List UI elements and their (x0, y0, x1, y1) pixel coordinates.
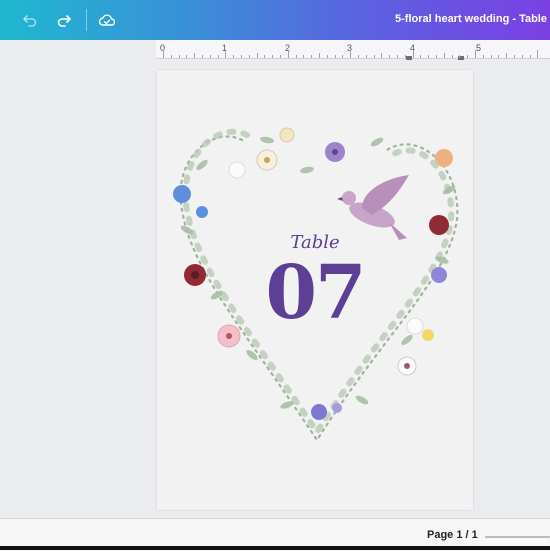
ruler-tick (326, 55, 328, 58)
ruler-tick (311, 55, 313, 58)
page-indicator[interactable]: Page 1 / 1 (427, 529, 478, 541)
ruler-tick (280, 55, 281, 58)
ruler-tick (186, 55, 188, 58)
ruler-margin-handle[interactable] (406, 56, 412, 60)
undo-icon (23, 15, 37, 27)
ruler-tick (248, 55, 250, 58)
table-number-text[interactable]: 07 (157, 250, 473, 336)
ruler-tick (350, 50, 352, 58)
toolbar-divider (86, 9, 87, 31)
ruler-tick (521, 55, 523, 58)
top-toolbar: 5-floral heart wedding - Table n (0, 0, 550, 40)
ruler-tick (514, 55, 515, 58)
cloud-saved-icon (98, 14, 116, 26)
ruler-tick (365, 55, 367, 58)
ruler-tick (443, 53, 445, 58)
ruler-tick (178, 55, 180, 58)
ruler-tick (225, 50, 227, 58)
ruler-tick (217, 55, 219, 58)
ruler-tick (202, 55, 203, 58)
ruler-tick (295, 55, 297, 58)
screen-edge (0, 546, 550, 550)
ruler-tick (334, 55, 336, 58)
ruler-mark: 5 (476, 43, 482, 53)
ruler-tick (482, 55, 484, 58)
ruler-tick (436, 55, 437, 58)
ruler-tick (529, 55, 531, 58)
ruler-tick (272, 55, 274, 58)
ruler-tick (420, 55, 422, 58)
ruler-tick (389, 55, 391, 58)
ruler-tick (381, 53, 383, 58)
dove-illustration (337, 175, 409, 240)
ruler-tick (303, 55, 305, 58)
ruler-tick (428, 55, 430, 58)
ruler-tick (373, 55, 375, 58)
document-title[interactable]: 5-floral heart wedding - Table n (395, 13, 550, 25)
ruler-tick (467, 55, 469, 58)
ruler-tick (358, 55, 359, 58)
ruler-tick (490, 55, 492, 58)
ruler-tick (264, 55, 266, 58)
ruler-tick (412, 50, 414, 58)
ruler-tick (404, 55, 406, 58)
ruler-tick (209, 55, 211, 58)
undo-button[interactable] (18, 8, 42, 32)
ruler-tick (498, 55, 500, 58)
redo-button[interactable] (52, 8, 76, 32)
ruler-tick (256, 53, 258, 58)
design-page[interactable]: Table 07 (157, 70, 473, 510)
ruler-tick (170, 55, 172, 58)
redo-icon (57, 15, 71, 27)
ruler-tick (233, 55, 235, 58)
ruler-tick (241, 55, 242, 58)
ruler-tick (459, 55, 461, 58)
ruler-tick (319, 53, 320, 58)
zoom-slider[interactable] (485, 536, 550, 538)
horizontal-ruler: 0 1 2 3 4 5 (156, 40, 550, 60)
save-status-button[interactable] (95, 8, 119, 32)
ruler-tick (342, 55, 344, 58)
ruler-tick (287, 50, 289, 58)
ruler-tick (194, 53, 196, 58)
ruler-tick (163, 50, 164, 58)
ruler-tick (475, 50, 476, 58)
ruler-tick (506, 53, 508, 58)
ruler-tick (397, 55, 398, 58)
ruler-tick (451, 55, 453, 58)
ruler-tick (537, 50, 539, 58)
